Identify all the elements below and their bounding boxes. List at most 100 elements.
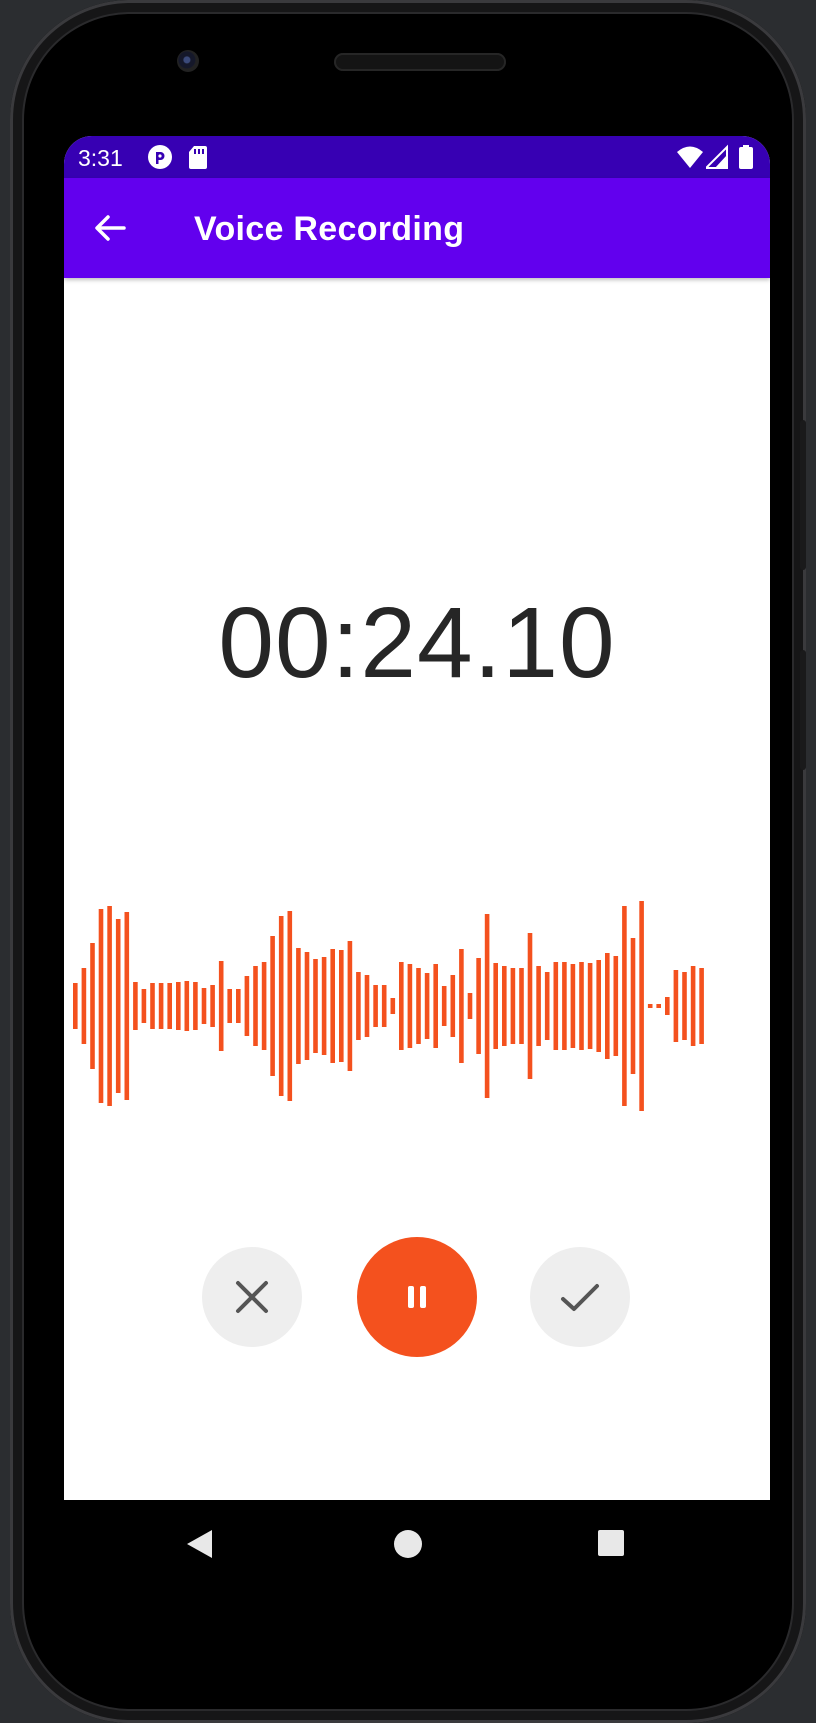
- pause-button[interactable]: [357, 1237, 477, 1357]
- waveform-bar: [107, 906, 112, 1106]
- nav-back-button[interactable]: [184, 1528, 214, 1565]
- cell-signal-icon: [703, 144, 728, 175]
- waveform-bar: [441, 986, 447, 1026]
- waveform-bar: [133, 982, 138, 1030]
- waveform-bar: [579, 962, 584, 1050]
- waveform-bar: [433, 964, 438, 1048]
- status-time: 3:31: [78, 145, 123, 171]
- waveform-bar: [270, 936, 275, 1076]
- arrow-left-icon: [95, 215, 126, 241]
- waveform-bar: [210, 985, 215, 1027]
- cancel-button[interactable]: [202, 1247, 302, 1347]
- waveform-bar: [167, 983, 172, 1029]
- volume-button: [800, 650, 806, 770]
- waveform-bar: [459, 949, 464, 1063]
- waveform-bar: [236, 989, 241, 1023]
- waveform-bar: [656, 1004, 661, 1008]
- waveform-bar: [690, 966, 696, 1046]
- waveform-bar: [244, 976, 250, 1036]
- waveform-bar: [201, 988, 207, 1024]
- waveform-bar: [124, 912, 130, 1100]
- waveform-bar: [605, 953, 610, 1059]
- waveform-bar: [536, 966, 541, 1046]
- waveform-bar: [467, 993, 473, 1019]
- waveform-bar: [553, 962, 559, 1050]
- back-button[interactable]: [90, 208, 130, 248]
- sd-card-icon: [188, 144, 208, 175]
- waveform-bar: [330, 949, 335, 1063]
- waveform-bar: [381, 985, 387, 1027]
- waveform-bar: [184, 981, 190, 1031]
- app-toolbar: Voice Recording: [64, 178, 770, 278]
- pocket-casts-icon: [147, 144, 173, 175]
- waveform-bar: [519, 968, 524, 1044]
- waveform-bar: [510, 968, 516, 1044]
- waveform-bar: [493, 963, 498, 1049]
- waveform-bar: [527, 933, 533, 1079]
- wifi-icon: [676, 144, 704, 175]
- waveform-bar: [673, 970, 679, 1042]
- waveform-bar: [73, 983, 78, 1029]
- phone-frame: 3:31 Voice Recording 00:24.10: [10, 0, 806, 1723]
- waveform-bar: [390, 998, 396, 1014]
- waveform-bar: [304, 952, 310, 1060]
- nav-home-button[interactable]: [392, 1528, 424, 1565]
- waveform-bar: [622, 906, 627, 1106]
- waveform-bar: [476, 958, 481, 1054]
- waveform-bar: [278, 916, 284, 1096]
- waveform-bar: [450, 975, 456, 1037]
- waveform-bar: [261, 962, 267, 1050]
- waveform-bar: [158, 983, 164, 1029]
- waveform-bar: [98, 909, 104, 1103]
- waveform-bar: [570, 964, 576, 1048]
- power-button: [800, 420, 806, 570]
- waveform-bar: [373, 985, 378, 1027]
- waveform-bar: [141, 989, 147, 1023]
- nav-back-icon: [187, 1530, 212, 1558]
- waveform-bar: [587, 963, 593, 1049]
- audio-waveform: [73, 901, 704, 1111]
- waveform-bar: [647, 1004, 653, 1008]
- waveform-bar: [484, 914, 490, 1098]
- waveform-bar: [287, 911, 293, 1101]
- page-title: Voice Recording: [194, 210, 465, 248]
- waveform-bar: [227, 989, 232, 1023]
- check-icon: [561, 1284, 599, 1311]
- waveform-bar: [321, 957, 327, 1055]
- app-screen: 3:31 Voice Recording 00:24.10: [64, 136, 770, 1500]
- nav-recents-icon: [598, 1530, 624, 1556]
- earpiece-speaker: [334, 53, 506, 71]
- waveform-bar: [253, 966, 258, 1046]
- waveform-bar: [81, 968, 87, 1044]
- waveform-bar: [356, 972, 361, 1040]
- waveform-bar: [218, 961, 224, 1051]
- waveform-bar: [639, 901, 644, 1111]
- close-icon: [236, 1281, 268, 1313]
- waveform-bar: [544, 972, 550, 1040]
- waveform-bar: [596, 960, 601, 1052]
- waveform-bar: [399, 962, 404, 1050]
- waveform-bar: [296, 948, 301, 1064]
- waveform-bar: [630, 938, 636, 1074]
- waveform-bar: [699, 968, 704, 1044]
- status-bar: 3:31: [64, 136, 770, 178]
- waveform-bar: [416, 968, 421, 1044]
- pause-icon: [408, 1286, 426, 1308]
- waveform-bar: [424, 973, 430, 1039]
- waveform-bar: [193, 982, 198, 1030]
- waveform-bar: [364, 975, 370, 1037]
- waveform-bar: [339, 950, 344, 1062]
- done-button[interactable]: [530, 1247, 630, 1347]
- waveform-bar: [682, 972, 687, 1040]
- waveform-bar: [313, 959, 318, 1053]
- waveform-bar: [407, 964, 413, 1048]
- front-camera: [177, 50, 199, 72]
- waveform-bar: [502, 966, 507, 1046]
- elapsed-time: 00:24.10: [218, 587, 616, 699]
- system-navigation-bar: [54, 1500, 760, 1590]
- waveform-bar: [562, 962, 567, 1050]
- nav-recents-button[interactable]: [596, 1528, 626, 1563]
- nav-home-icon: [394, 1530, 422, 1558]
- waveform-bar: [665, 997, 670, 1015]
- waveform-bar: [613, 956, 619, 1056]
